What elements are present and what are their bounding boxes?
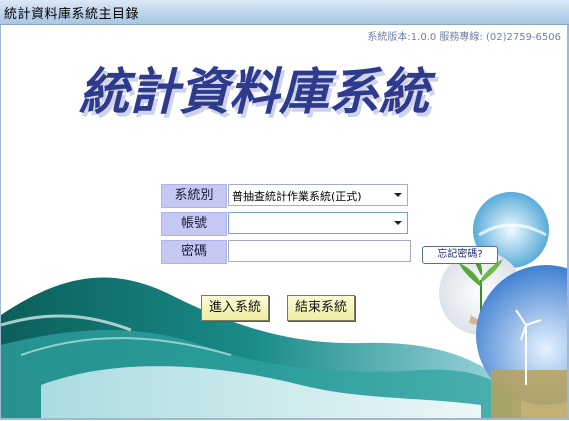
account-label: 帳號 (161, 212, 227, 236)
system-select-value: 普抽查統計作業系統(正式) (232, 190, 362, 203)
main-window: 系統版本:1.0.0 服務專線: (02)2759-6506 統計資料庫系統 統… (0, 25, 569, 420)
forgot-password-button[interactable]: 忘記密碼? (422, 246, 498, 264)
chevron-down-icon[interactable] (391, 187, 405, 203)
banner-text: 統計資料庫系統 (79, 63, 436, 121)
password-label: 密碼 (161, 240, 227, 264)
version-info: 系統版本:1.0.0 服務專線: (02)2759-6506 (367, 32, 561, 43)
window-titlebar[interactable]: 統計資料庫系統主目錄 (0, 0, 569, 25)
exit-button[interactable]: 結束系統 (287, 295, 355, 321)
chevron-down-icon[interactable] (391, 215, 405, 231)
system-select[interactable]: 普抽查統計作業系統(正式) (228, 184, 408, 206)
system-label: 系統別 (161, 184, 227, 208)
password-input[interactable] (228, 240, 411, 262)
login-button[interactable]: 進入系統 (201, 295, 269, 321)
window-title: 統計資料庫系統主目錄 (4, 7, 140, 22)
account-select[interactable] (228, 212, 408, 234)
banner-title: 統計資料庫系統 統計資料庫系統 (79, 63, 439, 125)
